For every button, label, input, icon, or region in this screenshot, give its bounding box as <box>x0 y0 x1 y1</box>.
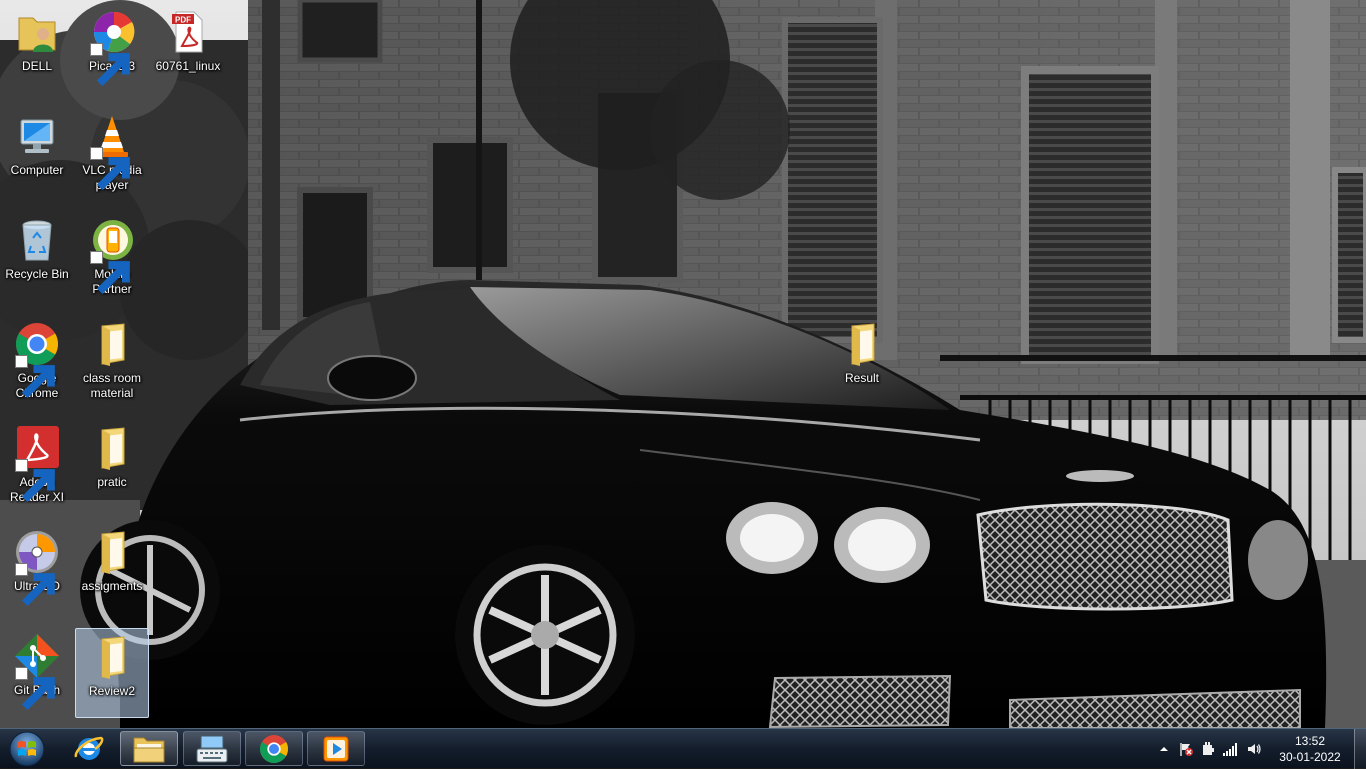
show-hidden-icons-arrow[interactable] <box>1156 741 1172 757</box>
windows-start-icon <box>9 731 45 767</box>
shortcut-arrow-icon <box>90 251 130 295</box>
desktop-icon-google-chrome[interactable]: Google Chrome <box>0 316 74 406</box>
action-center-flag-icon[interactable] <box>1178 741 1194 757</box>
system-tray: 13:52 30-01-2022 <box>1150 729 1366 769</box>
shortcut-arrow-icon <box>15 355 55 399</box>
desktop-icon-label: Review2 <box>88 684 136 698</box>
desktop-icon-recycle-bin[interactable]: Recycle Bin <box>0 212 74 302</box>
shortcut-arrow-icon <box>90 147 130 191</box>
git-bash-icon <box>13 632 61 711</box>
desktop-icon-vlc[interactable]: VLC media player <box>75 108 149 198</box>
adobe-reader-icon <box>13 424 61 503</box>
desktop-icon-class-room-material[interactable]: class room material <box>75 316 149 406</box>
taskbar-media-player[interactable] <box>307 731 365 766</box>
taskbar-windows-explorer[interactable] <box>120 731 178 766</box>
desktop-icon-label: 60761_linux <box>155 59 221 73</box>
desktop-icon-label: class room material <box>82 371 141 400</box>
desktop-icon-label: DELL <box>21 59 53 73</box>
folder-icon <box>88 528 136 576</box>
start-button[interactable] <box>4 730 50 768</box>
shortcut-arrow-icon <box>15 459 55 503</box>
picasa-icon <box>88 8 136 87</box>
ultraiso-icon <box>13 528 61 607</box>
taskbar: 13:52 30-01-2022 <box>0 728 1366 769</box>
folder-icon <box>88 633 136 681</box>
user-folder-icon <box>13 8 61 56</box>
clock-date: 30-01-2022 <box>1279 750 1341 764</box>
shortcut-arrow-icon <box>90 43 130 87</box>
desktop-icon-mobile-partner[interactable]: Mobile Partner <box>75 212 149 302</box>
folder-icon <box>88 320 136 368</box>
pdf-file-icon: PDF <box>164 8 212 56</box>
desktop-icon-label: Result <box>844 371 879 385</box>
desktop-icon-pdf-file[interactable]: PDF 60761_linux <box>151 4 225 94</box>
desktop-icon-label: pratic <box>97 475 127 489</box>
desktop-icon-label: Recycle Bin <box>5 267 69 281</box>
recycle-bin-icon <box>13 216 61 264</box>
svg-text:PDF: PDF <box>175 16 191 25</box>
power-icon[interactable] <box>1200 741 1216 757</box>
desktop-icon-assigments[interactable]: assigments <box>75 524 149 614</box>
taskbar-on-screen-keyboard[interactable] <box>183 731 241 766</box>
desktop-icon-label: Computer <box>10 163 64 177</box>
folder-icon <box>838 320 886 368</box>
chrome-icon <box>13 320 61 399</box>
desktop-icon-picasa[interactable]: Picasa 3 <box>75 4 149 94</box>
network-signal-icon[interactable] <box>1222 741 1238 757</box>
folder-icon <box>88 424 136 472</box>
taskbar-google-chrome[interactable] <box>245 731 303 766</box>
desktop-icon-pratic[interactable]: pratic <box>75 420 149 510</box>
shortcut-arrow-icon <box>15 667 55 711</box>
taskbar-internet-explorer[interactable] <box>60 731 118 766</box>
vlc-icon <box>88 112 136 191</box>
mobile-partner-icon <box>88 216 136 295</box>
desktop-icon-review2[interactable]: Review2 <box>75 628 149 718</box>
volume-icon[interactable] <box>1246 741 1262 757</box>
desktop-icon-ultraiso[interactable]: UltraISO <box>0 524 74 614</box>
show-desktop-button[interactable] <box>1354 729 1366 769</box>
internet-explorer-icon <box>74 736 104 760</box>
desktop-icon-label: assigments <box>81 579 143 593</box>
desktop-wallpaper <box>0 0 1366 728</box>
shortcut-arrow-icon <box>15 563 55 607</box>
desktop-icon-dell[interactable]: DELL <box>0 4 74 94</box>
clock-time: 13:52 <box>1294 734 1326 748</box>
desktop-icon-result[interactable]: Result <box>825 316 899 406</box>
desktop-icon-git-bash[interactable]: Git Bash <box>0 628 74 718</box>
desktop-icon-computer[interactable]: Computer <box>0 108 74 198</box>
windows-explorer-icon <box>133 737 165 762</box>
clock[interactable]: 13:52 30-01-2022 <box>1272 733 1348 765</box>
chrome-icon <box>259 734 289 763</box>
desktop-icon-adobe-reader[interactable]: Adobe Reader XI <box>0 420 74 510</box>
media-player-icon <box>323 736 349 761</box>
on-screen-keyboard-icon <box>196 735 228 762</box>
computer-icon <box>13 112 61 160</box>
